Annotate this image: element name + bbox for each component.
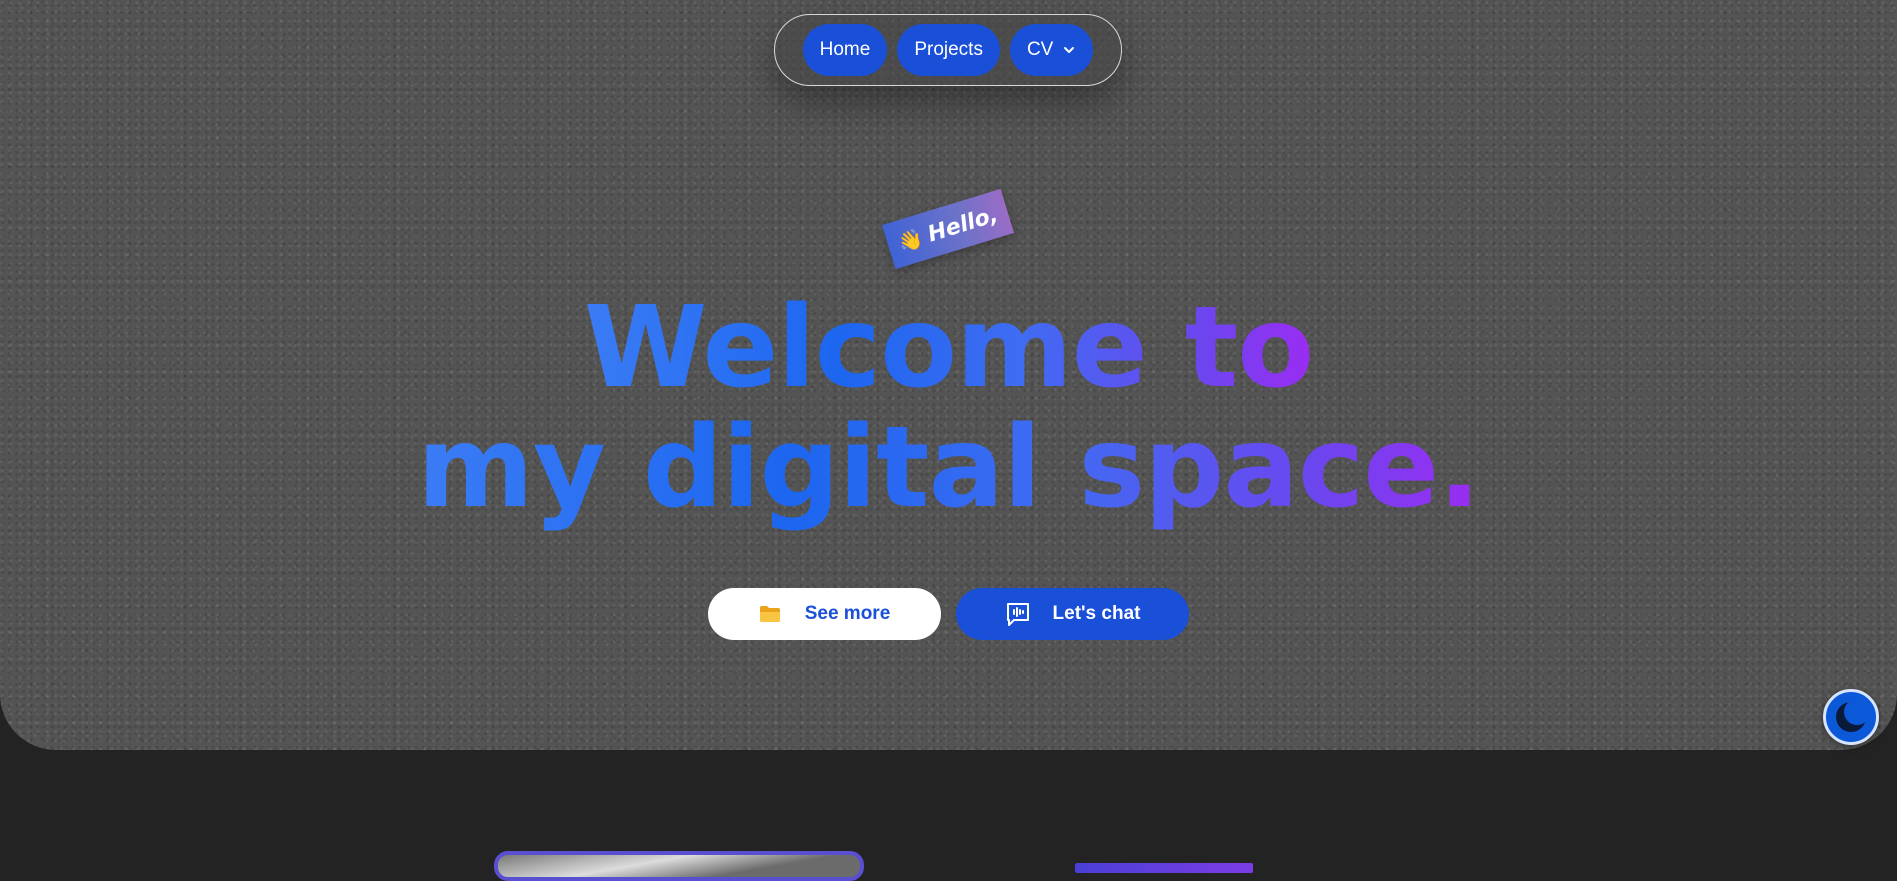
- nav-home-label: Home: [819, 39, 871, 60]
- theme-toggle-button[interactable]: [1823, 689, 1879, 745]
- top-navbar: Home Projects CV: [774, 14, 1122, 86]
- nav-projects-button[interactable]: Projects: [897, 24, 1000, 76]
- cta-row: See more Let's chat: [708, 588, 1189, 640]
- waving-hand-icon: 👋: [895, 225, 927, 256]
- headline-line-2: my digital space.: [417, 403, 1481, 533]
- hero-section: Home Projects CV 👋 Hello, Welcome to my …: [0, 0, 1897, 750]
- project-card-preview-secondary[interactable]: [1075, 863, 1253, 873]
- chat-voice-icon: [1006, 603, 1029, 626]
- nav-projects-label: Projects: [914, 39, 983, 60]
- chevron-down-icon: [1064, 47, 1075, 53]
- nav-cv-label: CV: [1026, 39, 1054, 60]
- see-more-button[interactable]: See more: [708, 588, 941, 640]
- nav-cv-dropdown[interactable]: CV: [1009, 24, 1094, 76]
- headline-line-1: Welcome to: [583, 283, 1314, 413]
- see-more-label: See more: [804, 603, 891, 624]
- hello-tag: 👋 Hello,: [881, 188, 1015, 270]
- moon-icon: [1836, 699, 1869, 732]
- lets-chat-label: Let's chat: [1052, 603, 1141, 624]
- hero-headline: Welcome to my digital space.: [0, 288, 1897, 528]
- folder-icon: [759, 606, 780, 622]
- lets-chat-button[interactable]: Let's chat: [956, 588, 1189, 640]
- hello-tag-text: Hello,: [924, 202, 1001, 247]
- nav-home-button[interactable]: Home: [802, 24, 888, 76]
- project-card-preview[interactable]: [494, 851, 864, 881]
